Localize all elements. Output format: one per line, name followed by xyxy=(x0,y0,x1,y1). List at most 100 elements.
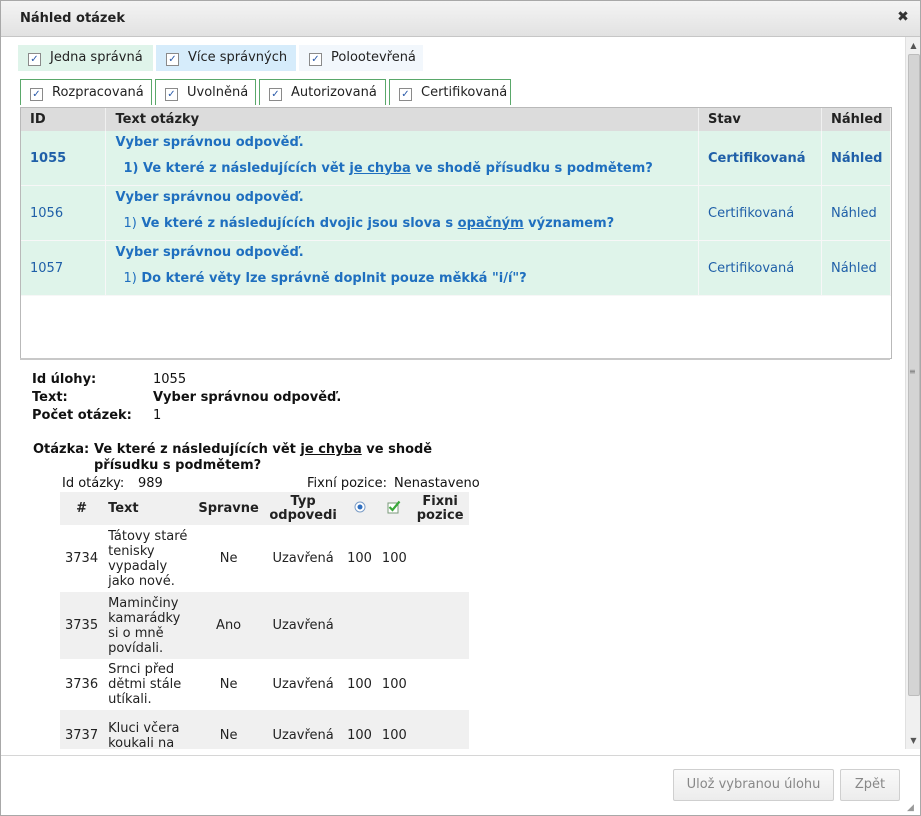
text-label: Text: xyxy=(32,390,68,405)
answer-value-2: 100 xyxy=(376,659,412,710)
question-id: 1057 xyxy=(21,240,107,296)
table-row[interactable]: 1056 Vyber správnou odpověď. 1) Ve které… xyxy=(21,185,892,241)
task-title: Vyber správnou odpověď. xyxy=(115,134,304,150)
text-value: Vyber správnou odpověď. xyxy=(153,390,342,405)
answer-text: Kluci včera koukali na xyxy=(103,710,194,749)
vertical-scrollbar[interactable]: ▲ ≡ ▼ xyxy=(905,37,920,749)
answer-correct: Ano xyxy=(193,592,265,659)
answer-header-correct: Spravne xyxy=(193,492,265,525)
question-text-pre: Ve které z následujících vět xyxy=(94,442,296,457)
answer-num: 3737 xyxy=(60,710,104,749)
question-text-post: významem? xyxy=(528,215,615,231)
tab-certifikovana[interactable]: ✓ Certifikovaná xyxy=(389,79,511,105)
checkbox-icon[interactable]: ✓ xyxy=(399,88,412,101)
question-text: 1) Ve které z následujících dvojic jsou … xyxy=(115,216,698,231)
fixed-position-label: Fixní pozice: xyxy=(307,476,387,491)
table-header-row: ID Text otázky Stav Náhled xyxy=(21,108,892,131)
answer-value-2: 100 xyxy=(376,525,412,592)
table-row: 3735 Maminčiny kamarádky si o mně povída… xyxy=(60,592,469,659)
checkbox-icon[interactable]: ✓ xyxy=(165,88,178,101)
question-text-line2: přísudku s podmětem? xyxy=(94,458,262,473)
resize-grip-icon[interactable]: ◢ xyxy=(907,803,917,813)
radio-icon xyxy=(342,492,377,525)
tab-autorizovana[interactable]: ✓ Autorizovaná xyxy=(259,79,386,105)
answer-text: Srnci před dětmi stále utíkali. xyxy=(103,659,194,710)
scroll-up-icon[interactable]: ▲ xyxy=(906,38,920,53)
answer-correct: Ne xyxy=(193,710,265,749)
answer-header-row: # Text Spravne Typ odpovedi Fixni pozice xyxy=(60,492,469,525)
answer-table: # Text Spravne Typ odpovedi Fixni pozice 3… xyxy=(60,492,469,749)
answer-num: 3736 xyxy=(60,659,104,710)
dialog-footer: Ulož vybranou úlohu Zpět ◢ xyxy=(1,755,920,815)
task-id-value: 1055 xyxy=(153,372,187,387)
back-button[interactable]: Zpět xyxy=(840,769,900,801)
filter-vice-spravnych[interactable]: ✓ Více správných xyxy=(156,45,296,71)
answer-type: Uzavřená xyxy=(264,592,343,659)
tab-label: Uvolněná xyxy=(187,85,249,100)
answer-num: 3735 xyxy=(60,592,104,659)
answer-value-1: 100 xyxy=(342,525,377,592)
tab-rozpracovana[interactable]: ✓ Rozpracovaná xyxy=(20,79,152,105)
answer-text: Tátovy staré tenisky vypadaly jako nové. xyxy=(103,525,194,592)
question-state: Certifikovaná xyxy=(698,240,822,296)
question-id-label: Id otázky: xyxy=(62,476,125,491)
answer-header-num: # xyxy=(60,492,104,525)
question-id: 1055 xyxy=(21,131,107,186)
answer-text: Maminčiny kamarádky si o mně povídali. xyxy=(103,592,194,659)
preview-link[interactable]: Náhled xyxy=(821,185,892,241)
answer-type: Uzavřená xyxy=(264,659,343,710)
checkbox-icon[interactable]: ✓ xyxy=(309,53,322,66)
question-text-line1: Ve které z následujících vět je chyba ve… xyxy=(94,442,432,457)
answer-value-1: 100 xyxy=(342,659,377,710)
answer-fixed xyxy=(411,525,469,592)
filter-jedna-spravna[interactable]: ✓ Jedna správná xyxy=(18,45,153,71)
question-number: 1) xyxy=(123,215,137,231)
preview-link[interactable]: Náhled xyxy=(821,240,892,296)
answer-correct: Ne xyxy=(193,659,265,710)
question-table: ID Text otázky Stav Náhled 1055 Vyber sp… xyxy=(21,108,892,296)
checkbox-icon[interactable]: ✓ xyxy=(28,53,41,66)
save-task-button[interactable]: Ulož vybranou úlohu xyxy=(673,769,834,801)
header-line: odpovedi xyxy=(269,507,337,523)
header-line: Fixni xyxy=(422,493,458,509)
column-header-text[interactable]: Text otázky xyxy=(105,108,699,131)
preview-link[interactable]: Náhled xyxy=(821,131,892,186)
question-text-cell: Vyber správnou odpověď. 1) Do které věty… xyxy=(105,240,699,296)
table-row: 3737 Kluci včera koukali na Ne Uzavřená … xyxy=(60,710,469,749)
dialog-title: Náhled otázek xyxy=(20,11,125,26)
table-row[interactable]: 1057 Vyber správnou odpověď. 1) Do které… xyxy=(21,240,892,296)
question-text-underlined: opačným xyxy=(457,215,524,231)
column-header-preview[interactable]: Náhled xyxy=(821,108,892,131)
filter-polootevrena[interactable]: ✓ Polootevřená xyxy=(299,45,423,71)
tab-uvolnena[interactable]: ✓ Uvolněná xyxy=(155,79,256,105)
answer-value-2: 100 xyxy=(376,710,412,749)
question-text-cell: Vyber správnou odpověď. 1) Ve které z ná… xyxy=(105,131,699,186)
question-label: Otázka: xyxy=(33,442,90,457)
checkbox-icon[interactable]: ✓ xyxy=(166,53,179,66)
answer-fixed xyxy=(411,592,469,659)
table-row: 3736 Srnci před dětmi stále utíkali. Ne … xyxy=(60,659,469,710)
dialog-content: ✓ Jedna správná ✓ Více správných ✓ Polootev… xyxy=(1,37,905,749)
question-table-container: ID Text otázky Stav Náhled 1055 Vyber sp… xyxy=(20,107,892,359)
answer-value-2 xyxy=(376,592,412,659)
table-row[interactable]: 1055 Vyber správnou odpověď. 1) Ve které… xyxy=(21,131,892,186)
answer-fixed xyxy=(411,659,469,710)
answer-type: Uzavřená xyxy=(264,710,343,749)
answer-header-fixed: Fixni pozice xyxy=(411,492,469,525)
dialog-titlebar[interactable]: Náhled otázek ✖ xyxy=(1,1,920,37)
checkbox-icon[interactable]: ✓ xyxy=(269,88,282,101)
scroll-down-icon[interactable]: ▼ xyxy=(906,733,920,748)
column-header-id[interactable]: ID xyxy=(21,108,107,131)
answer-header-text: Text xyxy=(103,492,194,525)
question-text-pre: Do které věty lze správně doplnit pouze … xyxy=(141,270,527,286)
divider xyxy=(20,358,890,360)
checkbox-icon[interactable]: ✓ xyxy=(30,88,43,101)
filter-label: Jedna správná xyxy=(50,50,143,65)
tab-label: Certifikovaná xyxy=(421,85,508,100)
column-header-state[interactable]: Stav xyxy=(698,108,822,131)
filter-label: Polootevřená xyxy=(331,50,416,65)
close-icon[interactable]: ✖ xyxy=(896,10,910,24)
question-text: 1) Do které věty lze správně doplnit pou… xyxy=(115,271,698,286)
count-value: 1 xyxy=(153,408,162,423)
answer-type: Uzavřená xyxy=(264,525,343,592)
